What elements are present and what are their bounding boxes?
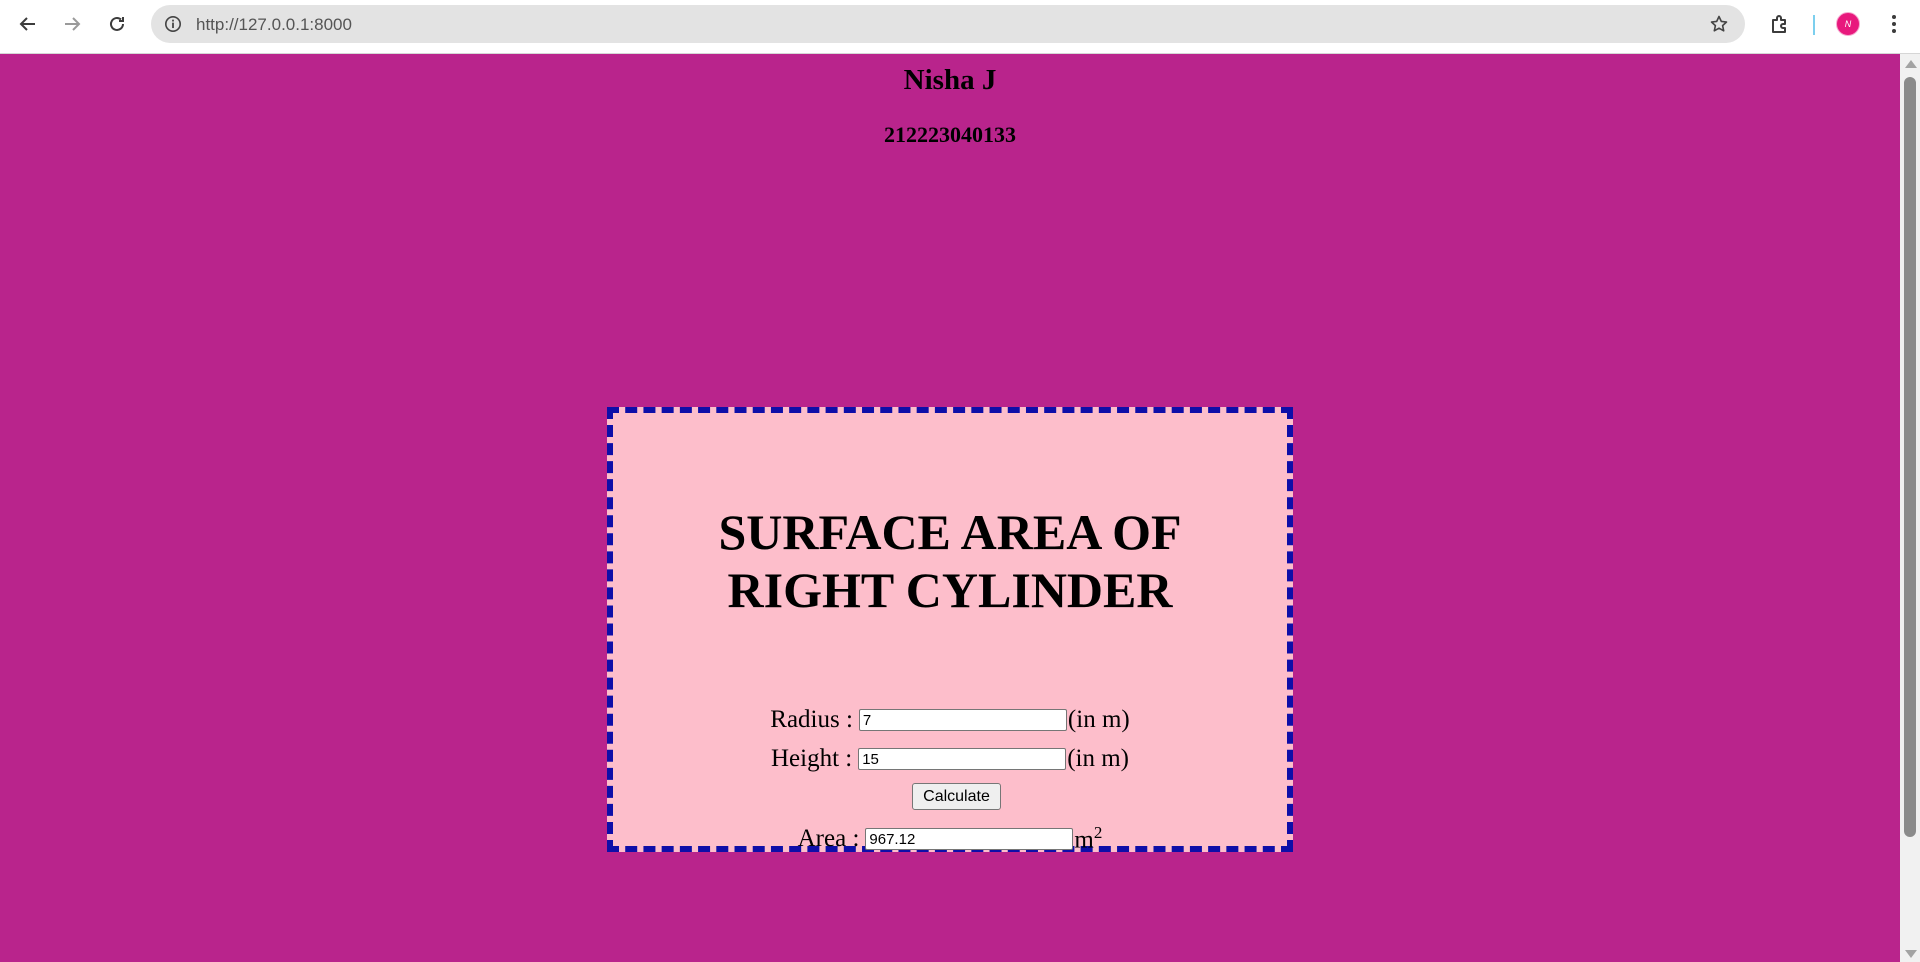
extensions-icon[interactable] <box>1768 12 1792 36</box>
height-row: Height : (in m) <box>613 745 1287 773</box>
forward-icon[interactable] <box>58 10 86 38</box>
url-text[interactable]: http://127.0.0.1:8000 <box>196 15 352 35</box>
address-bar[interactable]: http://127.0.0.1:8000 <box>151 5 1745 43</box>
back-icon[interactable] <box>14 10 42 38</box>
calculator-card: SURFACE AREA OF RIGHT CYLINDER Radius : … <box>607 407 1293 854</box>
radius-input[interactable] <box>858 709 1067 731</box>
radius-label: Radius : <box>770 706 853 733</box>
register-number: 212223040133 <box>884 122 1016 147</box>
area-unit-exponent: 2 <box>1093 823 1103 843</box>
area-output[interactable] <box>865 828 1074 850</box>
page-title: SURFACE AREA OF RIGHT CYLINDER <box>613 503 1287 619</box>
area-unit: m2 <box>1074 823 1102 854</box>
height-label: Height : <box>770 745 853 772</box>
area-row: Area : m2 <box>613 823 1287 854</box>
menu-icon[interactable] <box>1882 12 1906 36</box>
scroll-down-icon[interactable] <box>1905 950 1917 958</box>
area-label: Area : <box>797 825 860 852</box>
vertical-scrollbar[interactable] <box>1900 54 1920 962</box>
area-unit-base: m <box>1074 826 1094 854</box>
page-viewport: Nisha J 212223040133 SURFACE AREA OF RIG… <box>0 54 1900 962</box>
browser-toolbar: http://127.0.0.1:8000 N <box>0 0 1920 54</box>
info-icon[interactable] <box>163 14 183 34</box>
title-line-1: SURFACE AREA OF <box>718 504 1182 560</box>
height-input[interactable] <box>858 748 1067 770</box>
scroll-thumb[interactable] <box>1904 77 1916 837</box>
avatar-letter: N <box>1844 19 1852 29</box>
star-icon[interactable] <box>1709 14 1729 34</box>
radius-unit: (in m) <box>1067 706 1130 733</box>
calculate-button[interactable]: Calculate <box>912 783 1001 810</box>
radius-row: Radius : (in m) <box>613 706 1287 734</box>
reload-icon[interactable] <box>103 10 131 38</box>
profile-avatar[interactable]: N <box>1836 12 1860 36</box>
student-name: Nisha J <box>903 64 997 96</box>
title-line-2: RIGHT CYLINDER <box>727 562 1173 618</box>
scroll-up-icon[interactable] <box>1905 60 1917 68</box>
height-unit: (in m) <box>1067 745 1130 772</box>
toolbar-divider <box>1813 15 1815 35</box>
